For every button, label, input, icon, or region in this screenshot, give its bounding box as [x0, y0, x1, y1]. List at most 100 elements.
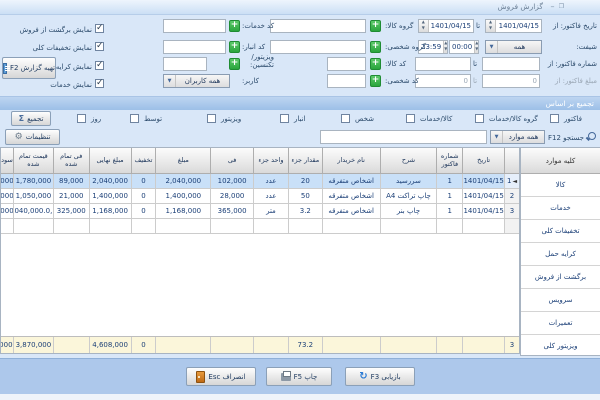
col-row-number[interactable]	[504, 148, 519, 174]
visitor-field[interactable]	[163, 57, 207, 71]
aggregate-day-checkbox[interactable]: روز	[77, 113, 101, 124]
restore-icon[interactable]: ❐	[557, 2, 566, 11]
add-person-code-button[interactable]: +	[370, 75, 381, 87]
search-input[interactable]	[320, 130, 487, 144]
sidebar-item-total-discounts[interactable]: تخفیفات کلی	[521, 220, 600, 243]
checkbox-icon[interactable]	[550, 114, 559, 123]
description-cell: چاپ بنر	[379, 204, 437, 219]
col-unit-cost[interactable]: فی تمام شده	[52, 148, 89, 174]
sidebar-item-services[interactable]: خدمات	[521, 197, 600, 220]
col-description[interactable]: شرح	[379, 148, 437, 174]
invoice-number-cell: 1	[436, 189, 463, 204]
col-invoice-number[interactable]: شماره فاکتور	[436, 148, 463, 174]
aggregate-section-header: تجمیع بر اساس	[0, 96, 600, 110]
totals-quantity: 73.2	[287, 337, 322, 353]
search-label[interactable]: جستجو F12	[548, 133, 584, 143]
col-total-cost[interactable]: قیمت تمام شده	[12, 148, 53, 174]
aggregate-goods-group-checkbox[interactable]: گروه کالا/خدمات	[475, 113, 538, 124]
col-quantity[interactable]: مقدار جزء	[287, 148, 322, 174]
col-unit[interactable]: واحد جزء	[253, 148, 288, 174]
printer-icon	[280, 370, 291, 381]
add-person-group-button[interactable]: +	[370, 41, 381, 53]
col-discount[interactable]: تخفیف	[130, 148, 156, 174]
add-services-code-button[interactable]: +	[229, 20, 240, 32]
aggregate-by-checkbox[interactable]: توسط	[130, 113, 162, 124]
col-final-amount[interactable]: مبلغ نهایی	[88, 148, 131, 174]
spinner-arrows-icon[interactable]: ▲ ▼	[443, 41, 447, 53]
aggregate-button[interactable]: تجمیع Σ	[11, 111, 51, 126]
services-code-field[interactable]	[163, 19, 226, 33]
checkbox-icon[interactable]	[475, 114, 484, 123]
aggregate-invoice-checkbox[interactable]: فاکتور	[550, 113, 582, 124]
aggregate-warehouse-checkbox[interactable]: انبار	[280, 113, 306, 124]
checkbox-icon[interactable]	[130, 114, 139, 123]
checkbox-icon[interactable]	[207, 114, 216, 123]
table-row-empty[interactable]	[1, 219, 519, 234]
goods-group-field[interactable]	[270, 19, 366, 33]
invoice-number-from-field[interactable]	[482, 57, 540, 71]
checkbox-icon[interactable]	[77, 114, 86, 123]
date-to-spinner[interactable]: ▲ ▼ 1401/04/15	[418, 19, 474, 33]
show-total-discounts-checkbox[interactable]	[95, 41, 104, 51]
col-unit-price[interactable]: فی	[210, 148, 254, 174]
show-sales-returns-checkbox[interactable]	[95, 23, 104, 33]
invoice-amount-from-field[interactable]: 0	[482, 74, 540, 88]
show-total-discounts-label: نمایش تخفیفات کلی	[32, 44, 92, 52]
table-row[interactable]: ◄ 1 1401/04/15 1 سررسید اشخاص متفرقه 20 ع…	[1, 174, 519, 189]
invoice-number-to-field[interactable]	[415, 57, 471, 71]
sidebar-item-visitor-total[interactable]: ویزیتور کلی	[521, 335, 600, 355]
warehouse-code-field[interactable]	[163, 40, 226, 54]
checkbox-icon[interactable]	[406, 114, 415, 123]
add-visitor-button[interactable]: +	[229, 58, 240, 70]
table-row[interactable]: 3 1401/04/15 1 چاپ بنر اشخاص متفرقه 3.2 …	[1, 204, 519, 219]
minimize-icon[interactable]: –	[548, 2, 557, 11]
sidebar-item-goods[interactable]: کالا	[521, 174, 600, 197]
prepare-report-button[interactable]: تهیه گزارش F2	[2, 57, 56, 79]
sidebar-item-repairs[interactable]: تعمیرات	[521, 312, 600, 335]
sidebar-item-service[interactable]: سرویس	[521, 289, 600, 312]
retrieve-button[interactable]: بازیابی F3 ↻	[345, 367, 415, 386]
col-buyer-name[interactable]: نام خریدار	[321, 148, 380, 174]
invoice-date-label: تاریخ فاکتور: از	[553, 22, 597, 30]
profit-cell: 000	[1, 189, 13, 204]
sidebar-item-freight[interactable]: کرایه حمل	[521, 243, 600, 266]
sidebar-item-sales-returns[interactable]: برگشت از فروش	[521, 266, 600, 289]
aggregate-visitor-checkbox[interactable]: ویزیتور	[207, 113, 241, 124]
total-cost-cell: 1,780,000	[12, 174, 53, 189]
add-goods-code-button[interactable]: +	[370, 58, 381, 70]
spinner-arrows-icon[interactable]: ▲ ▼	[474, 41, 478, 53]
time-from-spinner[interactable]: 00:00 ▲ ▼	[449, 40, 479, 54]
quantity-cell: 20	[287, 174, 322, 189]
cancel-button[interactable]: انصراف Esc	[186, 367, 256, 386]
date-from-spinner[interactable]: ▲ ▼ 1401/04/15	[485, 19, 542, 33]
table-row[interactable]: 2 1401/04/15 1 چاپ تراکت A4 اشخاص متفرقه…	[1, 189, 519, 204]
col-date[interactable]: تاریخ	[462, 148, 505, 174]
invoice-amount-to-field[interactable]: 0	[415, 74, 471, 88]
user-select[interactable]: ▼ همه کاربران	[163, 74, 230, 88]
refresh-icon: ↻	[359, 370, 368, 382]
checkbox-icon[interactable]	[341, 114, 350, 123]
checkbox-icon[interactable]	[280, 114, 289, 123]
aggregate-person-checkbox[interactable]: شخص	[341, 113, 374, 124]
search-scope-select[interactable]: ▼ همه موارد	[490, 130, 545, 144]
amount-cell: 2,040,000	[155, 174, 211, 189]
goods-code-field[interactable]	[327, 57, 366, 71]
add-goods-group-button[interactable]: +	[370, 20, 381, 32]
spinner-arrows-icon[interactable]: ▲ ▼	[419, 20, 429, 32]
spinner-arrows-icon[interactable]: ▲ ▼	[486, 20, 496, 32]
settings-button[interactable]: تنظیمات ⚙	[5, 129, 60, 145]
person-group-field[interactable]	[270, 40, 366, 54]
show-services-checkbox[interactable]	[95, 78, 104, 88]
invoice-number-cell: 1	[436, 174, 463, 189]
add-warehouse-code-button[interactable]: +	[229, 41, 240, 53]
shift-select[interactable]: ▼ همه	[485, 40, 542, 54]
aggregate-goods-checkbox[interactable]: کالا/خدمات	[406, 113, 452, 124]
col-amount[interactable]: مبلغ	[155, 148, 211, 174]
totals-row: 3 73.2 0 4,608,000 3,870,000 ,000	[1, 336, 519, 353]
person-code-field[interactable]	[327, 74, 366, 88]
show-freight-checkbox[interactable]	[95, 60, 104, 70]
col-profit[interactable]: سود	[1, 148, 13, 174]
sidebar-header-all-items[interactable]: کلیه موارد	[521, 148, 600, 174]
print-button[interactable]: چاپ F5	[266, 367, 332, 386]
show-services-label: نمایش خدمات	[50, 81, 92, 89]
